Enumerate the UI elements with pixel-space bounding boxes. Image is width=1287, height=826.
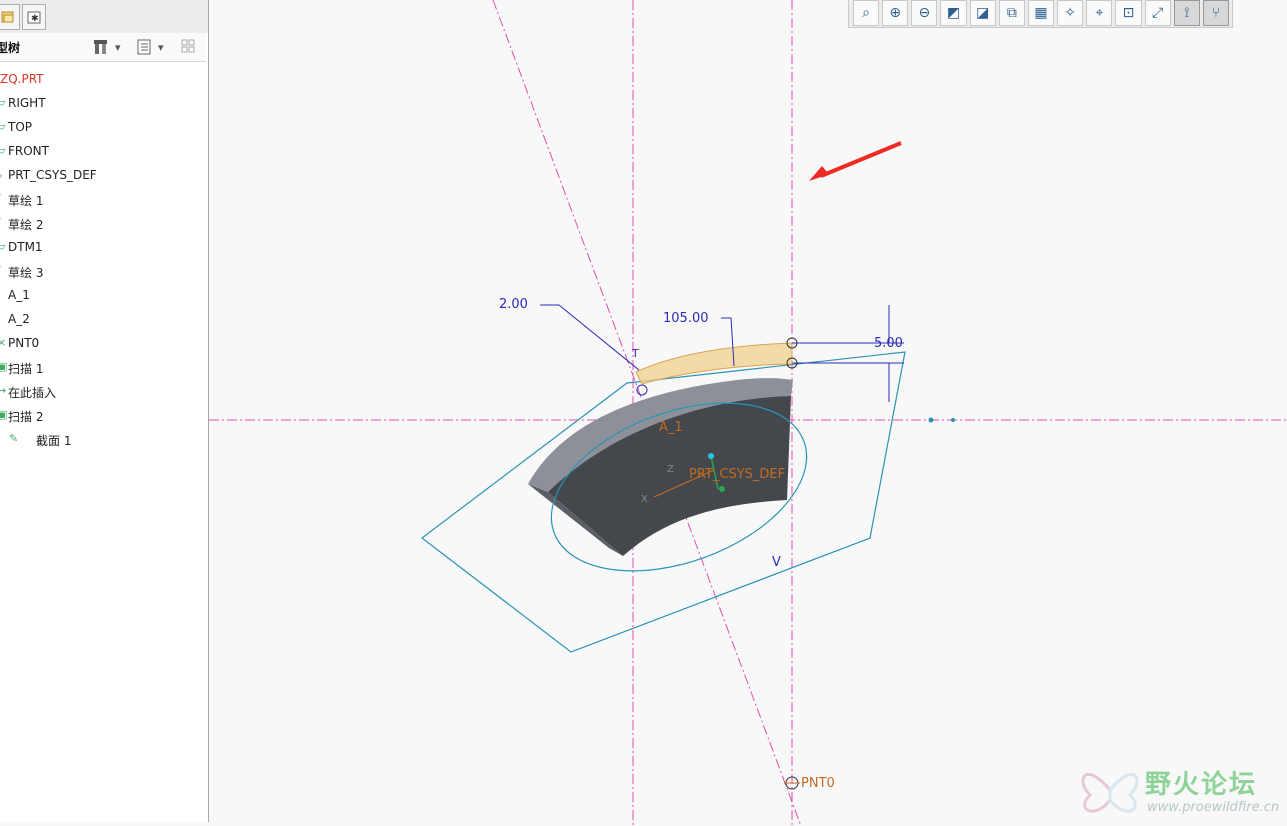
tree-item[interactable]: ZQ.PRT [0, 67, 206, 91]
tree-item-label: 在此插入 [8, 386, 57, 400]
list-icon [137, 39, 151, 55]
highlighted-sweep [635, 342, 793, 385]
datum-plane-icon: ▱ [0, 240, 6, 253]
tree-item[interactable]: ▣ 扫描 1 [0, 355, 206, 379]
tree-item-label: ZQ.PRT [0, 72, 44, 86]
tree-item-label: TOP [8, 120, 33, 134]
tree-item-label: 截面 1 [36, 434, 72, 448]
tree-item[interactable]: → 在此插入 [0, 379, 206, 403]
datum-plane-icon: ▱ [0, 144, 6, 157]
show-dropdown[interactable]: ▾ [136, 37, 164, 57]
t-marker: T [632, 347, 639, 360]
csys-label[interactable]: PRT_CSYS_DEF [689, 467, 785, 482]
sketch-icon: ⁄ [0, 216, 5, 229]
tree-item-label: 扫描 2 [8, 410, 44, 424]
sweep-icon: ▣ [0, 408, 8, 421]
tree-item-label: RIGHT [8, 96, 46, 110]
sketch-icon: ⁄ [0, 192, 5, 205]
csys-icon: ⁎ [0, 168, 5, 181]
filter-grid-icon [181, 39, 195, 53]
svg-text:✱: ✱ [31, 14, 39, 24]
datum-dot-2 [951, 418, 955, 422]
datum-plane-icon: ▱ [0, 120, 6, 133]
tree-item-label: 草绘 3 [8, 266, 44, 280]
csys-green-dot [719, 486, 725, 492]
tree-title: 型树 [0, 41, 21, 55]
folder-tree-icon [1, 11, 14, 23]
tree-item[interactable]: ▱ RIGHT [0, 91, 206, 115]
dimension-5[interactable]: 5.00 [874, 336, 903, 351]
sweep-icon: ▣ [0, 360, 8, 373]
model-viewport [209, 0, 1287, 826]
section-icon: ✎ [9, 432, 19, 445]
z-marker: Z [667, 464, 674, 475]
tree-item[interactable]: ▱ DTM1 [0, 235, 206, 259]
tree-item[interactable]: ⁄草绘 3 [0, 259, 206, 283]
tab-favorites[interactable]: ✱ [22, 4, 46, 30]
watermark-url: www.proewildfire.cn [1147, 800, 1280, 815]
pnt0-label[interactable]: PNT0 [801, 776, 835, 791]
tree-item-label: A_1 [8, 288, 30, 302]
insert-arrow-icon: → [0, 384, 7, 397]
tree-item-label: A_2 [8, 312, 30, 326]
tree-item[interactable]: ⁎PRT_CSYS_DEF [0, 163, 206, 187]
sketch-icon: ⁄ [0, 264, 5, 277]
tree-item[interactable]: ⁄草绘 2 [0, 211, 206, 235]
datum-point-icon: × [0, 336, 7, 349]
tree-item[interactable]: ▣ 扫描 2 [0, 403, 206, 427]
axis-icon: | [0, 288, 5, 301]
tree-item-label: 草绘 1 [8, 194, 44, 208]
chevron-down-icon: ▾ [158, 40, 164, 54]
dimension-105[interactable]: 105.00 [663, 311, 709, 326]
tree-item-label: 草绘 2 [8, 218, 44, 232]
butterfly-logo-icon [1081, 772, 1139, 813]
tree-item[interactable]: |A_2 [0, 307, 206, 331]
tree-item-label: 扫描 1 [8, 362, 44, 376]
forum-watermark: 野火论坛 www.proewildfire.cn [1075, 760, 1280, 820]
x-marker: X [641, 494, 648, 505]
red-arrow-shaft [820, 141, 902, 178]
tools-icon [94, 40, 107, 54]
tree-item[interactable]: ✎ 截面 1 [0, 427, 206, 451]
watermark-cn: 野火论坛 [1145, 770, 1258, 800]
tree-item-label: FRONT [8, 144, 49, 158]
tree-item[interactable]: ⁄草绘 1 [0, 187, 206, 211]
settings-dropdown[interactable]: ▾ [92, 37, 121, 57]
datum-plane-icon: ▱ [0, 96, 6, 109]
tab-model-tree[interactable] [0, 4, 20, 30]
tree-header: 型树 ▾ ▾ [0, 33, 206, 62]
tree-item-label: DTM1 [8, 240, 43, 254]
tree-item[interactable]: |A_1 [0, 283, 206, 307]
tree-item[interactable]: × PNT0 [0, 331, 206, 355]
chevron-down-icon: ▾ [115, 40, 121, 54]
tree-item-label: PNT0 [8, 336, 40, 350]
model-tree-panel: ✱ 型树 ▾ ▾ ZQ.PRT▱RIGHT▱TOP▱FRONT⁎PRT_CSYS… [0, 0, 209, 822]
tree-filter-button[interactable] [180, 37, 200, 57]
csys-origin-dot [708, 453, 714, 459]
tree-item-label: PRT_CSYS_DEF [8, 168, 97, 182]
tree-item[interactable]: ▱ FRONT [0, 139, 206, 163]
graphics-area[interactable]: 2.00 105.00 5.00 T V A_1 PRT_CSYS_DEF Z … [209, 0, 1287, 826]
panel-tab-strip: ✱ [0, 0, 208, 33]
axis-icon: | [0, 312, 5, 325]
dimension-2[interactable]: 2.00 [499, 297, 528, 312]
v-marker: V [772, 555, 781, 570]
dim-leader-2 [540, 304, 640, 371]
datum-dot-1 [928, 417, 934, 423]
tree-item[interactable]: ▱ TOP [0, 115, 206, 139]
favorites-icon: ✱ [27, 11, 41, 24]
axis-label-a1[interactable]: A_1 [659, 420, 683, 435]
tree-list: ZQ.PRT▱RIGHT▱TOP▱FRONT⁎PRT_CSYS_DEF⁄草绘 1… [0, 67, 206, 451]
